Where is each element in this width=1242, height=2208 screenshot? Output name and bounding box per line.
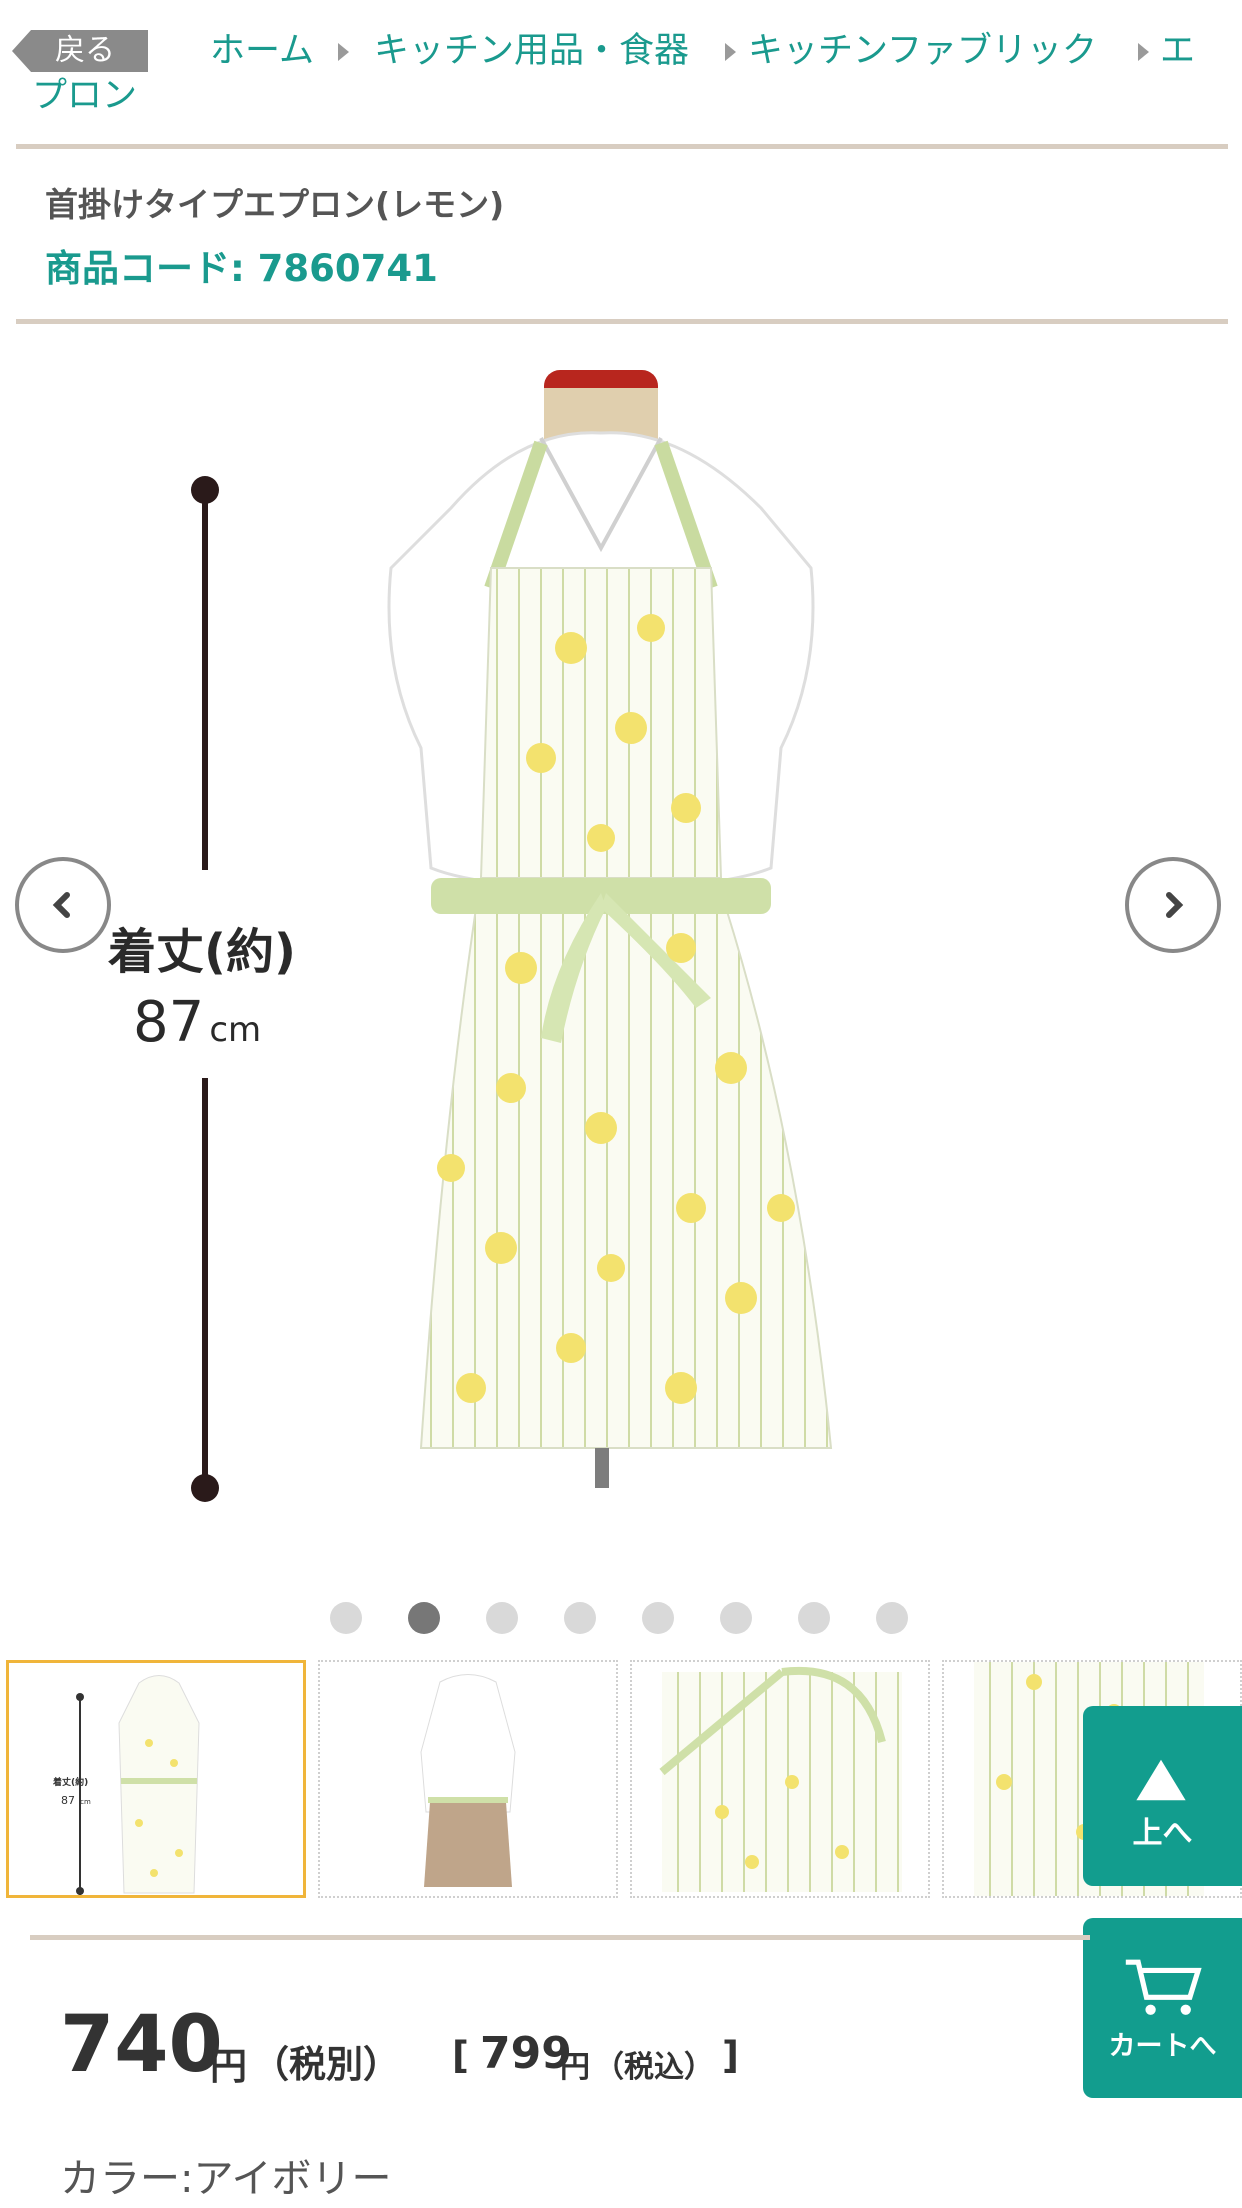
price-unit: 円: [210, 2045, 247, 2088]
thumbnail-length-value: 87: [61, 1794, 75, 1807]
chevron-left-icon: [52, 892, 70, 918]
carousel-dot[interactable]: [408, 1602, 440, 1634]
breadcrumb-kitchen-fabric[interactable]: キッチンファブリック: [748, 29, 1097, 73]
color-label: カラー:アイボリー: [60, 2156, 392, 2202]
breadcrumb-kitchen-goods[interactable]: キッチン用品・食器: [374, 29, 689, 73]
carousel-next-button[interactable]: [1125, 857, 1221, 953]
thumbnail-image: [420, 1674, 516, 1887]
back-button[interactable]: 戻る: [12, 30, 148, 72]
carousel-dot[interactable]: [876, 1602, 908, 1634]
carousel-dot[interactable]: [798, 1602, 830, 1634]
price-bracket-close: ]: [722, 2034, 739, 2077]
carousel-dot[interactable]: [330, 1602, 362, 1634]
breadcrumb: 戻る ホーム キッチン用品・食器 キッチンファブリック エ プロン: [0, 0, 1242, 150]
carousel-prev-button[interactable]: [15, 857, 111, 953]
product-code: 商品コード: 7860741: [45, 247, 438, 290]
price-tax-incl: （税込）: [594, 2050, 714, 2085]
product-title: 首掛けタイプエプロン(レモン): [45, 185, 505, 224]
thumbnail-image: [659, 1666, 902, 1892]
carousel-dot[interactable]: [564, 1602, 596, 1634]
breadcrumb-separator-icon: [725, 43, 736, 61]
length-unit: cm: [209, 1010, 262, 1050]
chevron-right-icon: [1166, 892, 1184, 918]
carousel-dot[interactable]: [486, 1602, 518, 1634]
breadcrumb-separator-icon: [1138, 43, 1149, 61]
price-incl-amount: 799: [480, 2028, 572, 2079]
thumbnail[interactable]: [318, 1660, 618, 1898]
thumbnail-length-label: 着丈(約): [53, 1778, 89, 1788]
divider: [16, 144, 1228, 149]
thumbnail-length-measure: 87 cm: [61, 1789, 91, 1808]
price-bracket-open: [: [452, 2034, 469, 2077]
thumbnail[interactable]: 着丈(約) 87 cm: [6, 1660, 306, 1898]
breadcrumb-separator-icon: [338, 43, 349, 61]
price-amount: 740: [60, 2000, 223, 2090]
arrow-up-icon: [1136, 1759, 1186, 1801]
scroll-top-label: 上へ: [1132, 1816, 1193, 1851]
divider: [16, 319, 1228, 324]
length-measure: 87 cm: [133, 990, 261, 1055]
price-tax-excl: （税別）: [252, 2043, 400, 2086]
thumbnail[interactable]: [630, 1660, 930, 1898]
price-incl-unit: 円: [560, 2050, 590, 2085]
carousel-dot[interactable]: [642, 1602, 674, 1634]
divider: [30, 1935, 1090, 1940]
length-value: 87: [133, 990, 205, 1055]
breadcrumb-apron-cont[interactable]: プロン: [32, 74, 137, 118]
breadcrumb-home[interactable]: ホーム: [210, 29, 314, 73]
length-label: 着丈(約): [108, 924, 296, 980]
thumbnail-length-unit: cm: [80, 1798, 91, 1806]
cart-icon: [1125, 1959, 1202, 2015]
breadcrumb-apron[interactable]: エ: [1160, 29, 1195, 73]
carousel-dot[interactable]: [720, 1602, 752, 1634]
scroll-top-button[interactable]: 上へ: [1083, 1706, 1242, 1886]
cart-button[interactable]: カートへ: [1083, 1918, 1242, 2098]
cart-label: カートへ: [1108, 2031, 1217, 2062]
